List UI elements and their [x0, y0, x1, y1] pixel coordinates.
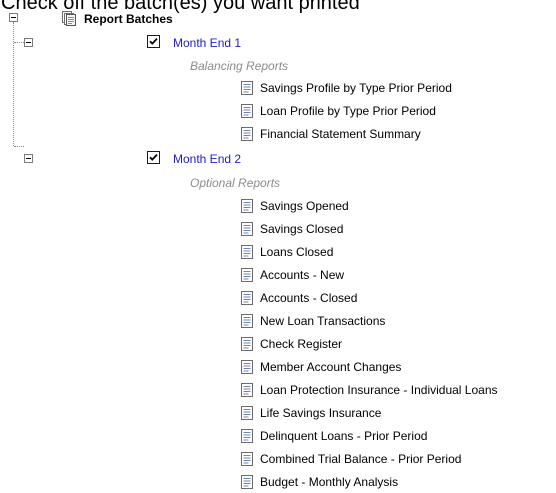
document-icon [241, 452, 253, 466]
report-label: Check Register [260, 337, 343, 351]
report-group-label: Balancing Reports [190, 59, 289, 73]
document-icon [241, 475, 253, 489]
report-label: Loan Profile by Type Prior Period [260, 104, 436, 118]
report-label: Budget - Monthly Analysis [260, 475, 399, 489]
report-label: Life Savings Insurance [260, 406, 382, 420]
document-icon [241, 127, 253, 141]
document-icon [241, 268, 253, 282]
collapse-minus-icon[interactable] [24, 154, 33, 163]
batch-checkbox[interactable] [147, 151, 160, 164]
report-label: Savings Opened [260, 199, 349, 213]
document-icon [241, 291, 253, 305]
report-label: Loan Protection Insurance - Individual L… [260, 383, 498, 397]
report-label: Savings Profile by Type Prior Period [260, 81, 452, 95]
document-icon [241, 429, 253, 443]
report-label: New Loan Transactions [260, 314, 386, 328]
collapse-minus-icon[interactable] [24, 38, 33, 47]
document-icon [241, 314, 253, 328]
tree-line [13, 22, 14, 146]
checkmark-icon [149, 37, 158, 45]
report-group-label: Optional Reports [190, 176, 281, 190]
report-label: Accounts - Closed [260, 291, 358, 305]
report-label: Delinquent Loans - Prior Period [260, 429, 428, 443]
document-icon [241, 104, 253, 118]
document-icon [241, 81, 253, 95]
document-icon [241, 406, 253, 420]
checkmark-icon [149, 153, 158, 161]
document-icon [241, 245, 253, 259]
tree-line [14, 42, 24, 43]
collapse-minus-icon[interactable] [9, 13, 18, 22]
instruction-text: Check off the batch(es) you want printed [1, 0, 360, 14]
batch-link[interactable]: Month End 1 [173, 36, 241, 50]
tree-root-label: Report Batches [84, 12, 173, 26]
report-label: Financial Statement Summary [260, 127, 421, 141]
batch-link[interactable]: Month End 2 [173, 152, 241, 166]
document-icon [241, 222, 253, 236]
tree-line [14, 146, 24, 147]
document-icon [241, 360, 253, 374]
report-label: Member Account Changes [260, 360, 402, 374]
report-label: Accounts - New [260, 268, 345, 282]
report-stack-icon [61, 10, 77, 26]
report-label: Savings Closed [260, 222, 344, 236]
document-icon [241, 199, 253, 213]
batch-checkbox[interactable] [147, 35, 160, 48]
report-label: Loans Closed [260, 245, 334, 259]
report-label: Combined Trial Balance - Prior Period [260, 452, 462, 466]
document-icon [241, 337, 253, 351]
document-icon [241, 383, 253, 397]
